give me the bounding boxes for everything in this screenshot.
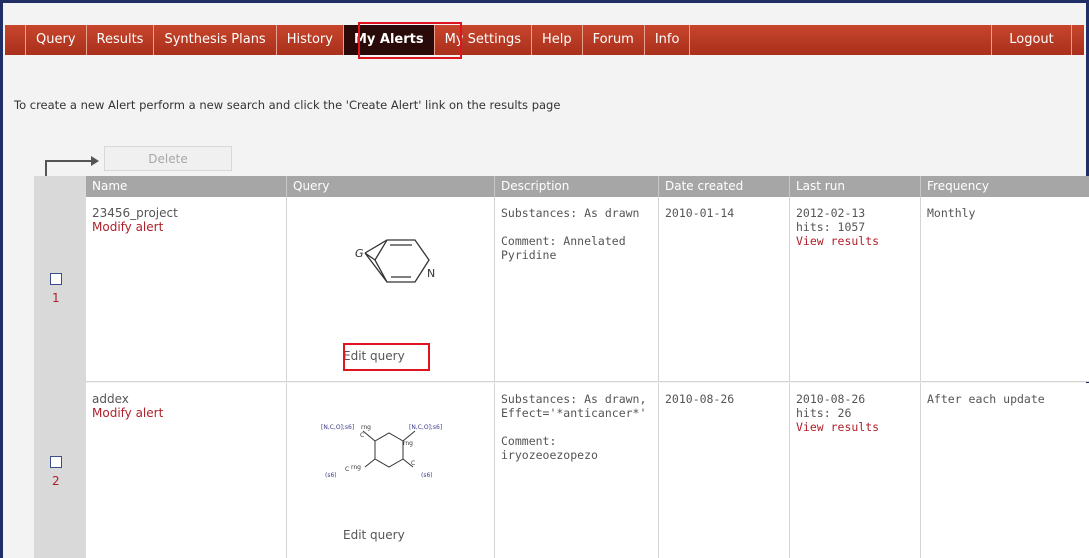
last-run-date: 2012-02-13 xyxy=(796,206,866,220)
table-row: 23456_project Modify alert G N Edit quer… xyxy=(86,197,1089,382)
atom-label: C xyxy=(345,466,349,473)
main-nav: Query Results Synthesis Plans History My… xyxy=(5,25,1084,55)
query-cell: G N Edit query xyxy=(286,197,494,381)
select-arrow-horizontal xyxy=(45,160,93,162)
modify-alert-link[interactable]: Modify alert xyxy=(92,406,286,420)
logout-link[interactable]: Logout xyxy=(992,25,1072,55)
last-run-date: 2010-08-26 xyxy=(796,392,866,406)
atom-label: rng xyxy=(351,464,361,471)
date-created-cell: 2010-01-14 xyxy=(658,197,789,381)
header-date-created[interactable]: Date created xyxy=(658,176,789,197)
comment-label: Comment: xyxy=(501,434,557,448)
row-2-checkbox[interactable] xyxy=(50,456,62,468)
view-results-link[interactable]: View results xyxy=(796,420,920,434)
nav-my-alerts[interactable]: My Alerts xyxy=(343,25,435,55)
header-description[interactable]: Description xyxy=(494,176,658,197)
nav-synthesis-plans[interactable]: Synthesis Plans xyxy=(154,25,277,55)
comment-label: Comment: Annelated xyxy=(501,234,626,248)
last-run-cell: 2010-08-26 hits: 26 View results xyxy=(789,383,920,558)
comment-value: Pyridine xyxy=(501,248,557,262)
date-created-cell: 2010-08-26 xyxy=(658,383,789,558)
edit-query-link[interactable]: Edit query xyxy=(343,528,405,542)
atom-label: C xyxy=(411,460,415,467)
header-last-run[interactable]: Last run xyxy=(789,176,920,197)
structure-drawing[interactable]: [N,C,O];s6] [N,C,O];s6] (s6) (s6) rng rn… xyxy=(317,419,467,489)
last-run-cell: 2012-02-13 hits: 1057 View results xyxy=(789,197,920,381)
query-cell: [N,C,O];s6] [N,C,O];s6] (s6) (s6) rng rn… xyxy=(286,383,494,558)
description-cell: Substances: As drawn Comment: Annelated … xyxy=(494,197,658,381)
alert-name: addex xyxy=(92,392,129,406)
atom-label: (s6) xyxy=(421,472,433,479)
atom-label: rng xyxy=(361,424,371,431)
nav-results[interactable]: Results xyxy=(87,25,155,55)
hits-count: hits: 1057 xyxy=(796,220,866,234)
name-cell: addex Modify alert xyxy=(86,383,286,558)
atom-label: rng xyxy=(403,440,413,447)
description-text: Substances: As drawn, xyxy=(501,392,647,406)
edit-query-link[interactable]: Edit query xyxy=(343,349,405,363)
row-1-checkbox[interactable] xyxy=(50,273,62,285)
header-query[interactable]: Query xyxy=(286,176,494,197)
modify-alert-link[interactable]: Modify alert xyxy=(92,220,286,234)
row-number: 1 xyxy=(52,291,60,305)
alert-name: 23456_project xyxy=(92,206,178,220)
nav-forum[interactable]: Forum xyxy=(583,25,645,55)
nav-query[interactable]: Query xyxy=(25,25,87,55)
view-results-link[interactable]: View results xyxy=(796,234,920,248)
header-name[interactable]: Name xyxy=(86,176,286,197)
frequency-cell: Monthly xyxy=(920,197,1089,381)
header-frequency[interactable]: Frequency xyxy=(920,176,1089,197)
atom-label: [N,C,O];s6] xyxy=(409,424,442,431)
arrow-right-icon xyxy=(91,156,99,166)
row-number: 2 xyxy=(52,474,60,488)
atom-label: G xyxy=(355,247,364,260)
atom-label: C xyxy=(360,432,364,439)
atom-label: N xyxy=(427,267,435,280)
nav-help[interactable]: Help xyxy=(532,25,583,55)
hits-count: hits: 26 xyxy=(796,406,852,420)
nav-my-settings[interactable]: My Settings xyxy=(435,25,532,55)
delete-button[interactable]: Delete xyxy=(104,146,232,171)
comment-value: iryozeoezopezo xyxy=(501,448,598,462)
table-row: addex Modify alert [N,C,O];s6] [N,C,O];s… xyxy=(86,383,1089,558)
nav-spacer xyxy=(690,25,992,55)
description-effect: Effect='*anticancer*' xyxy=(501,406,647,420)
structure-drawing[interactable]: G N xyxy=(327,225,447,315)
info-text: To create a new Alert perform a new sear… xyxy=(14,98,561,112)
atom-label: [N,C,O];s6] xyxy=(321,424,354,431)
description-cell: Substances: As drawn, Effect='*anticance… xyxy=(494,383,658,558)
alerts-table: Name Query Description Date created Last… xyxy=(34,176,1089,558)
nav-history[interactable]: History xyxy=(277,25,344,55)
description-text: Substances: As drawn xyxy=(501,206,640,220)
frequency-cell: After each update xyxy=(920,383,1089,558)
name-cell: 23456_project Modify alert xyxy=(86,197,286,381)
atom-label: (s6) xyxy=(325,472,337,479)
table-header: Name Query Description Date created Last… xyxy=(86,176,1089,197)
nav-info[interactable]: Info xyxy=(645,25,691,55)
checkbox-column xyxy=(34,176,86,558)
